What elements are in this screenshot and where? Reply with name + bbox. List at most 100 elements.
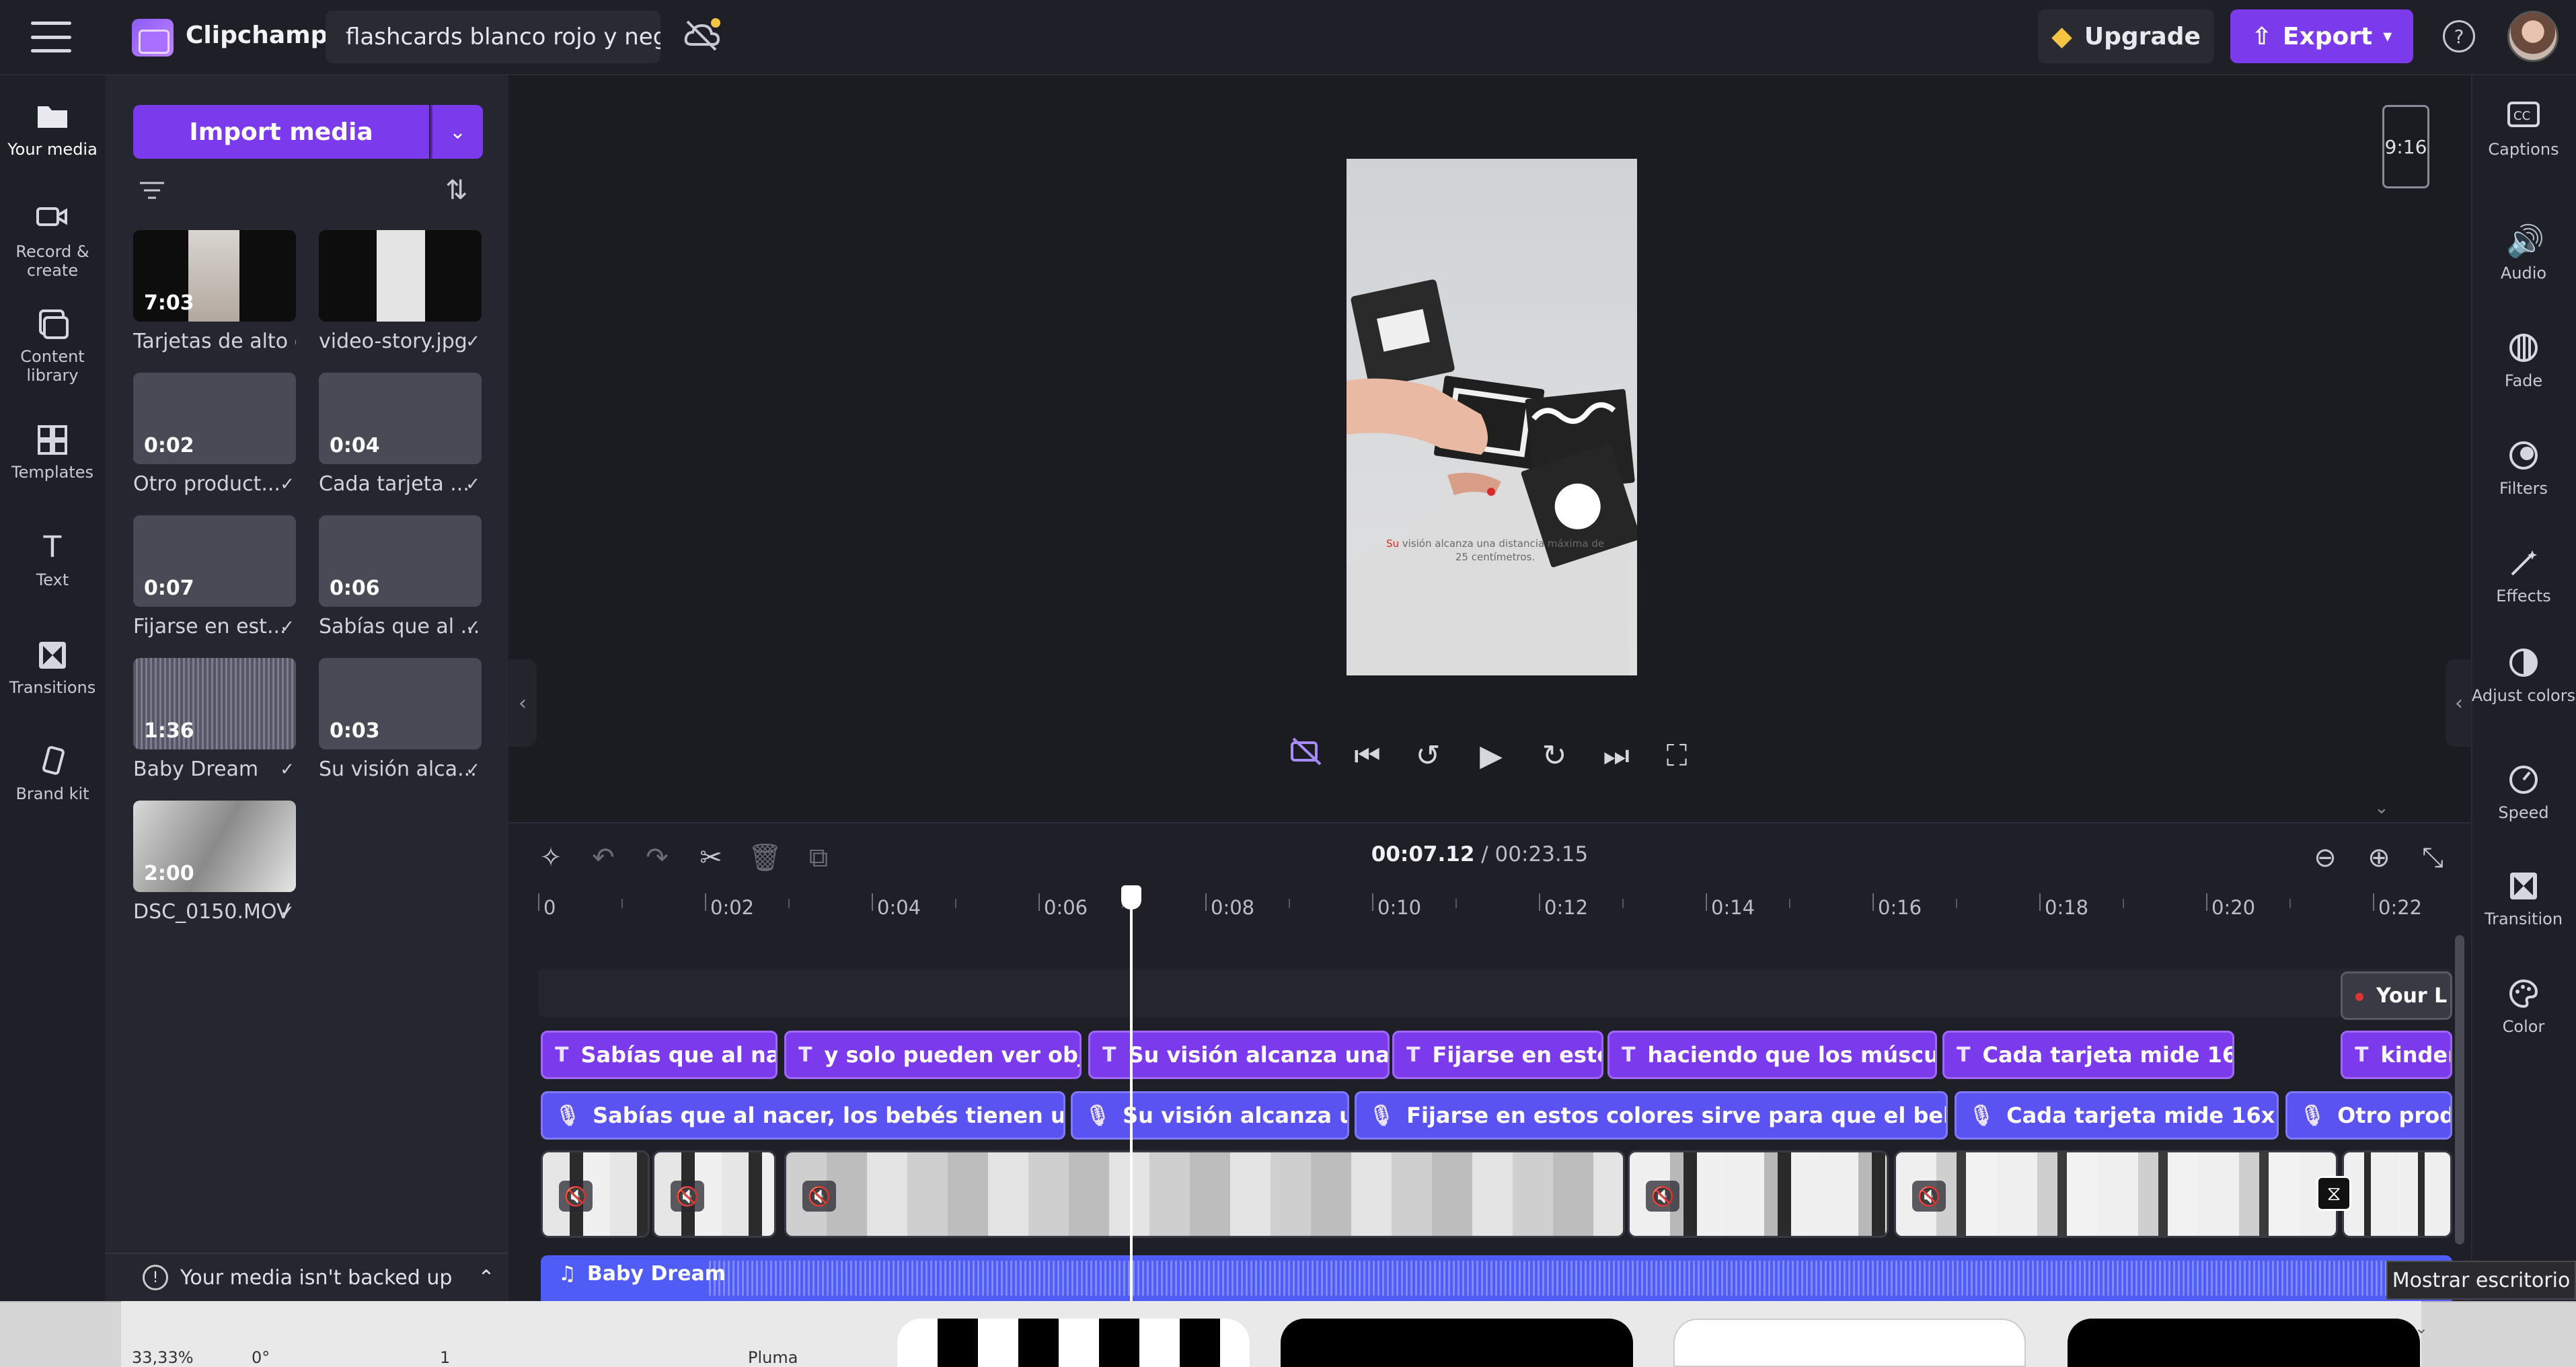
tray-chevron-icon[interactable]: ⌄ <box>2415 1319 2428 1337</box>
aspect-ratio-button[interactable]: 9:16 <box>2382 105 2429 188</box>
skip-forward-icon[interactable]: ⏭ <box>1595 736 1637 776</box>
zoom-in-icon[interactable]: ⊕ <box>2362 841 2396 875</box>
video-clip[interactable]: 🔇 <box>1628 1150 1889 1238</box>
nav-transitions[interactable]: Transitions <box>0 639 105 697</box>
redo-icon[interactable]: ↷ <box>640 841 674 875</box>
playhead[interactable] <box>1130 885 1133 1301</box>
undo-icon[interactable]: ↶ <box>586 841 620 875</box>
overlay-track[interactable] <box>538 969 2452 1017</box>
background-card <box>1673 1319 2026 1367</box>
text-clip[interactable]: T Cada tarjeta mide 16 x 12 c <box>1942 1031 2234 1079</box>
forward-5-icon[interactable]: ↻ <box>1533 736 1575 776</box>
video-clip[interactable]: 🔇 <box>784 1150 1625 1238</box>
backup-notice-text: Your media isn't backed up <box>180 1265 453 1290</box>
nav-brand-kit[interactable]: Brand kit <box>0 745 105 803</box>
voice-clip[interactable]: 🎙 Fijarse en estos colores sirve para que… <box>1355 1091 1948 1140</box>
video-clip[interactable]: 🔇 <box>652 1150 776 1238</box>
templates-icon <box>35 424 70 456</box>
sort-icon[interactable]: ⇅ <box>445 175 479 206</box>
panel-captions[interactable]: CC Captions <box>2471 101 2576 159</box>
text-clip-label: Su visión alcanza una dista <box>1128 1042 1390 1068</box>
panel-label: Filters <box>2499 479 2548 498</box>
text-clip[interactable]: Tkinder <box>2341 1031 2452 1079</box>
panel-filters[interactable]: Filters <box>2471 440 2576 498</box>
voice-clip[interactable]: 🎙 Otro produc <box>2285 1091 2452 1140</box>
delete-icon[interactable]: 🗑 <box>748 841 782 875</box>
magic-sparkle-icon[interactable]: ✧ <box>534 841 568 875</box>
ruler-label: 0:12 <box>1544 896 1589 919</box>
rewind-5-icon[interactable]: ↺ <box>1407 736 1449 776</box>
background-card <box>897 1319 1250 1367</box>
panel-transition[interactable]: Transition <box>2471 871 2576 928</box>
panel-effects[interactable]: Effects <box>2471 548 2576 605</box>
voice-clip[interactable]: 🎙 Cada tarjeta mide 16x12 cm co <box>1955 1091 2279 1140</box>
text-clip[interactable]: Ty solo pueden ver objetos d <box>784 1031 1082 1079</box>
text-clip[interactable]: T Su visión alcanza una dista <box>1088 1031 1390 1079</box>
media-item[interactable]: 1:36 Baby Dream ✓ <box>133 658 296 781</box>
video-clip[interactable]: 🔇 <box>541 1150 650 1238</box>
nav-record-create[interactable]: Record & create <box>0 203 105 280</box>
voice-clip-label: Otro produc <box>2337 1103 2450 1128</box>
avatar[interactable] <box>2507 11 2559 62</box>
voice-clip[interactable]: 🎙 Sabías que al nacer, los bebés tienen u… <box>541 1091 1065 1140</box>
collapse-right-panel-chevron-icon[interactable]: ‹ <box>2446 659 2472 747</box>
zoom-out-icon[interactable]: ⊖ <box>2308 841 2342 875</box>
import-media-button[interactable]: Import media <box>133 105 429 159</box>
panel-color[interactable]: Color <box>2471 978 2576 1036</box>
video-clip[interactable] <box>2342 1150 2452 1238</box>
media-item[interactable]: 0:02 Otro product... ✓ <box>133 373 296 496</box>
panel-adjust-colors[interactable]: Adjust colors <box>2471 647 2576 705</box>
media-label: DSC_0150.MOV <box>133 900 291 924</box>
play-icon[interactable]: ▶ <box>1470 736 1512 776</box>
transition-marker-icon[interactable]: ⧖ <box>2316 1176 2351 1211</box>
ruler-label: 0:02 <box>710 896 755 919</box>
cloud-sync-off-icon[interactable] <box>682 17 730 58</box>
page-field[interactable]: 1 <box>440 1348 450 1367</box>
media-item[interactable]: video-story.jpg ✓ <box>319 230 482 353</box>
playhead-handle[interactable] <box>1121 885 1141 910</box>
filter-icon[interactable] <box>139 180 168 203</box>
zoom-field[interactable]: 33,33% <box>132 1348 194 1367</box>
export-button[interactable]: ⇧ Export ▾ <box>2230 9 2413 63</box>
backup-notice[interactable]: ! Your media isn't backed up ⌃ <box>105 1253 508 1301</box>
audio-clip[interactable] <box>541 1255 2452 1301</box>
text-clip[interactable]: T Fijarse en estos co <box>1392 1031 1603 1079</box>
upgrade-button[interactable]: ◆ Upgrade <box>2038 9 2214 63</box>
audio-waveform <box>709 1261 2452 1296</box>
camera-off-icon[interactable] <box>1286 736 1328 776</box>
media-item[interactable]: 0:07 Fijarse en est... ✓ <box>133 515 296 638</box>
video-clip[interactable]: 🔇 <box>1894 1150 2338 1238</box>
media-item[interactable]: 0:03 Su visión alca... ✓ <box>319 658 482 781</box>
nav-templates[interactable]: Templates <box>0 424 105 482</box>
media-item[interactable]: 0:06 Sabías que al ... ✓ <box>319 515 482 638</box>
fullscreen-icon[interactable]: ⛶ <box>1656 736 1698 776</box>
project-title-input[interactable]: flashcards blanco rojo y negro <box>326 11 660 63</box>
nav-text[interactable]: T Text <box>0 531 105 590</box>
import-dropdown-chevron-icon[interactable]: ⌄ <box>430 105 483 159</box>
text-clip[interactable]: T Sabías que al nacer, l <box>541 1031 778 1079</box>
media-item[interactable]: 7:03 Tarjetas de alto c... <box>133 230 296 353</box>
nav-your-media[interactable]: Your media <box>0 101 105 159</box>
panel-fade[interactable]: Fade <box>2471 332 2576 390</box>
timeline-ruler[interactable]: 0 0:02 0:04 0:06 0:08 0:10 0:12 0:14 0:1… <box>538 887 2466 927</box>
media-item[interactable]: 2:00 DSC_0150.MOV ✓ <box>133 801 296 924</box>
timeline-scrollbar[interactable] <box>2455 935 2464 1245</box>
panel-audio[interactable]: 🔊 Audio <box>2471 225 2576 283</box>
hamburger-menu-icon[interactable] <box>31 22 71 52</box>
collapse-left-panel-chevron-icon[interactable]: ‹ <box>508 659 537 747</box>
panel-speed[interactable]: Speed <box>2471 764 2576 822</box>
duplicate-icon[interactable]: ⧉ <box>802 841 835 875</box>
text-clip[interactable]: Thaciendo que los músculos oc <box>1607 1031 1937 1079</box>
nav-content-library[interactable]: Content library <box>0 308 105 385</box>
fit-timeline-icon[interactable]: ⤡ <box>2416 841 2450 875</box>
captions-icon: CC <box>2506 101 2541 133</box>
media-item[interactable]: 0:04 Cada tarjeta ... ✓ <box>319 373 482 496</box>
angle-field[interactable]: 0° <box>252 1348 270 1367</box>
skip-back-icon[interactable]: ⏮ <box>1347 736 1388 776</box>
split-scissors-icon[interactable]: ✂ <box>694 841 728 875</box>
collapse-preview-chevron-icon[interactable]: ⌄ <box>2374 798 2398 818</box>
voice-clip-label: Cada tarjeta mide 16x12 cm co <box>2006 1103 2277 1128</box>
logo-clip[interactable]: ● Your L <box>2341 971 2452 1020</box>
voice-clip[interactable]: 🎙 Su visión alcanza una dis <box>1071 1091 1349 1140</box>
help-icon[interactable]: ? <box>2443 20 2475 52</box>
